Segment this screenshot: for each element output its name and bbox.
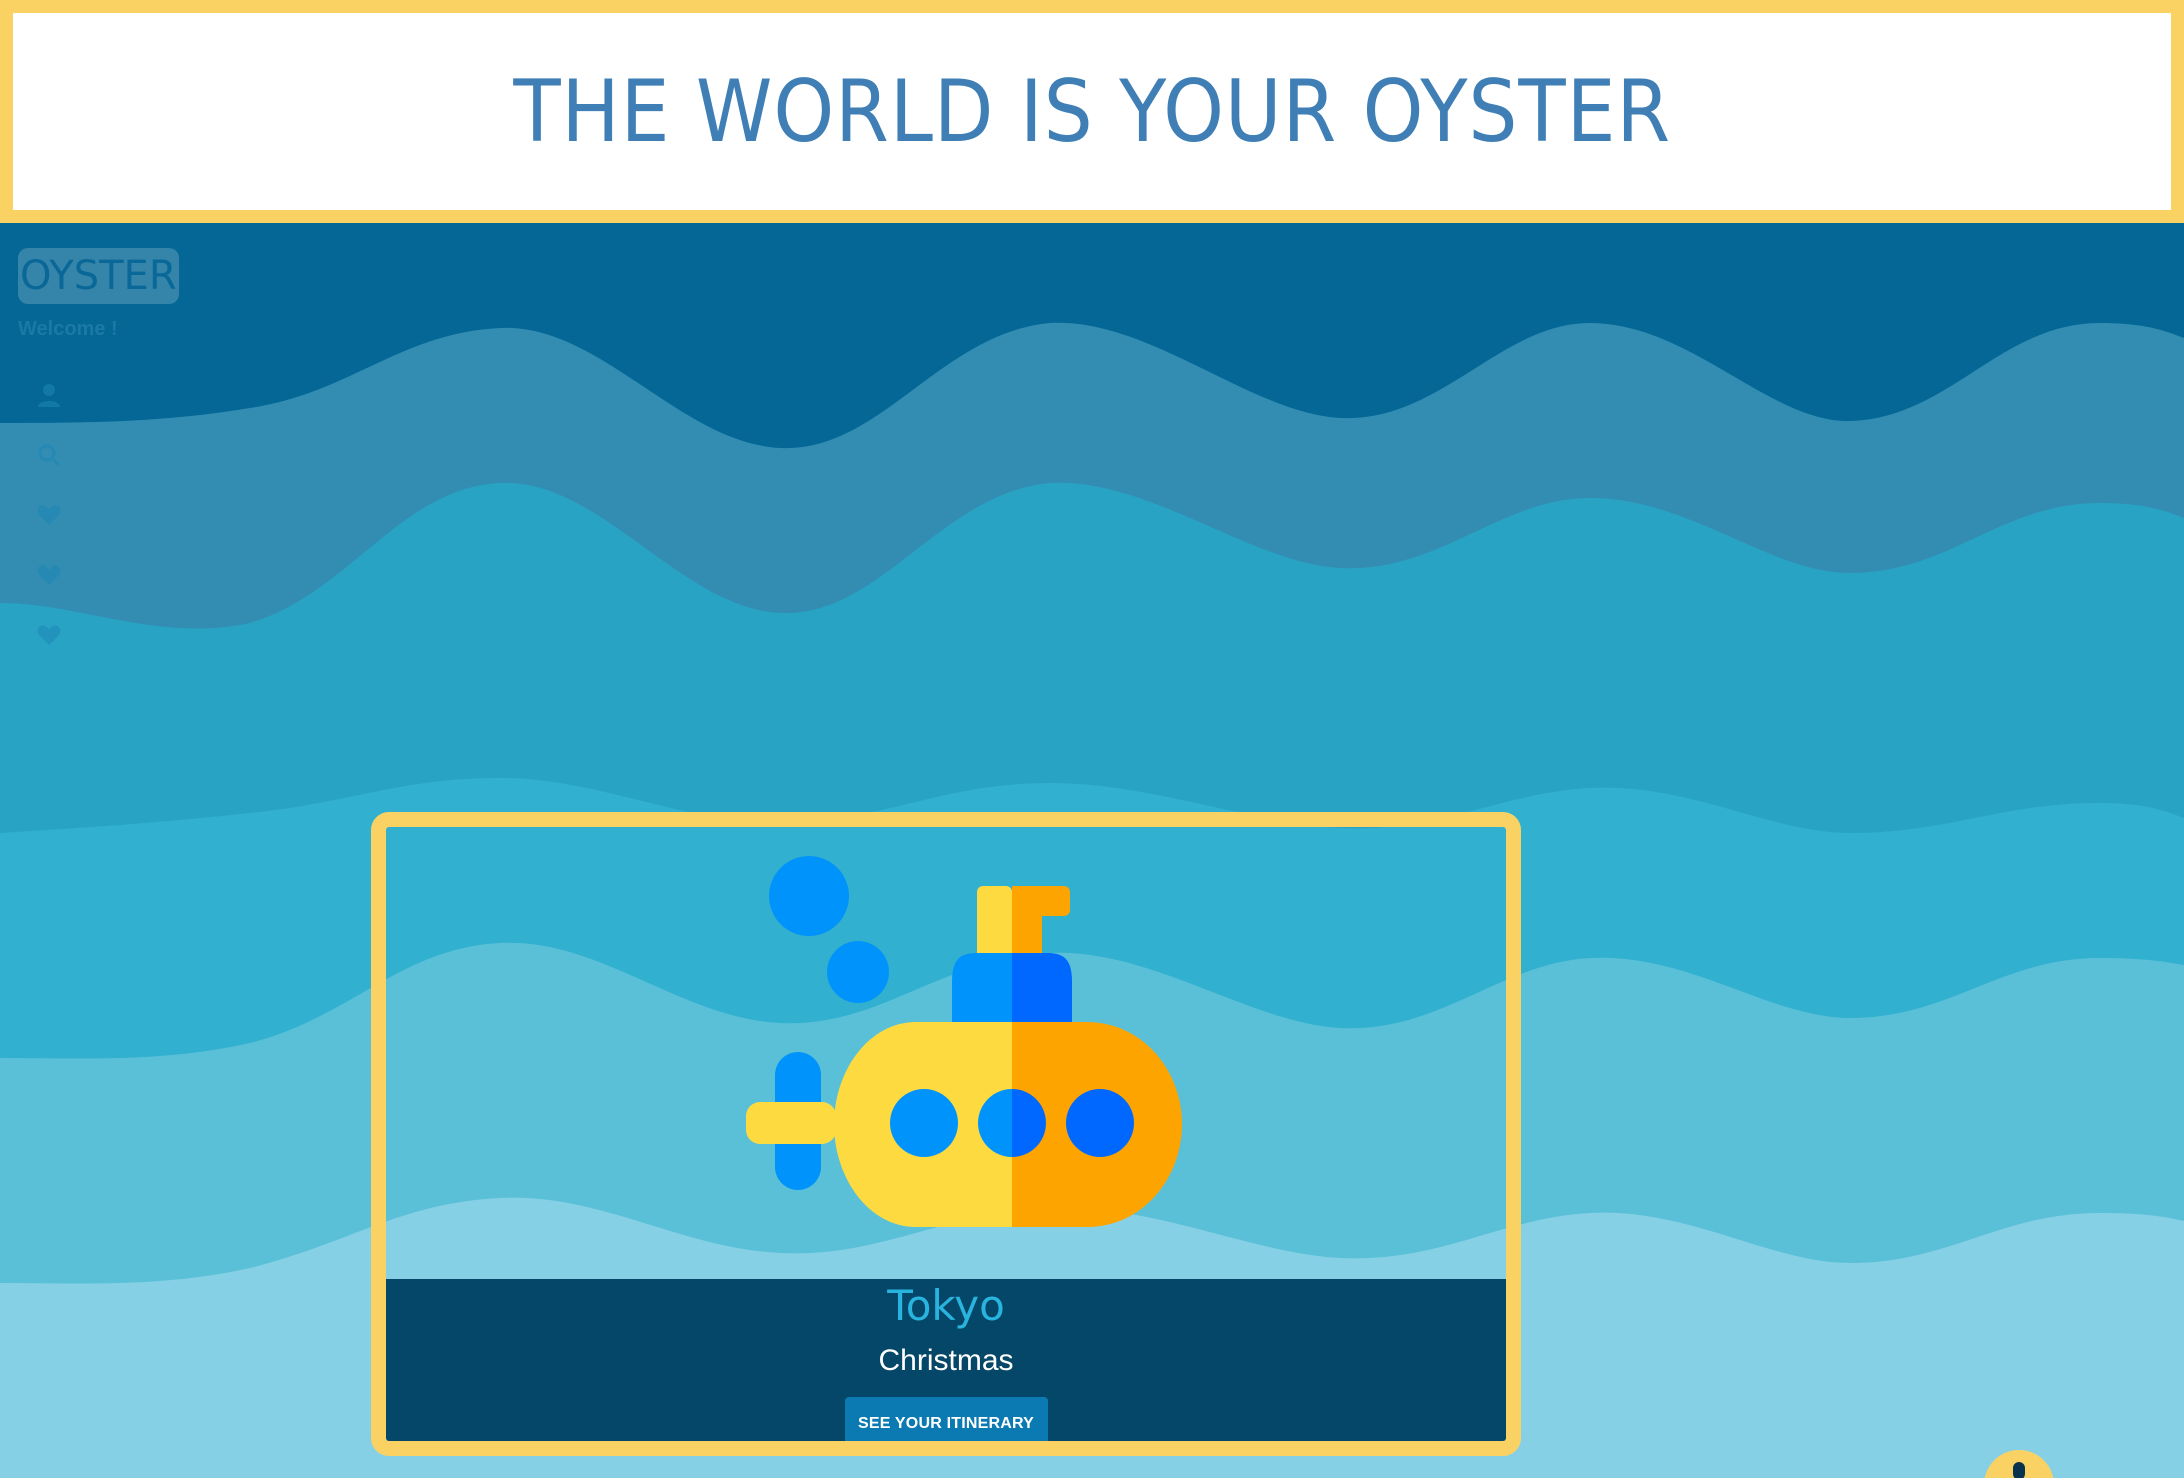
welcome-text: Welcome !: [18, 318, 118, 340]
user-icon: [38, 384, 60, 407]
trip-card-caption: Tokyo Christmas SEE YOUR ITINERARY: [386, 1279, 1506, 1441]
heart-icon: [37, 505, 61, 525]
sidebar-item-logout[interactable]: [18, 605, 278, 665]
trip-card: Tokyo Christmas SEE YOUR ITINERARY: [371, 812, 1521, 1456]
search-icon: [38, 444, 61, 467]
trip-city: Tokyo: [887, 1281, 1005, 1330]
submarine-icon: [746, 856, 1182, 1227]
info-icon: [2013, 1462, 2025, 1478]
trip-card-image: [386, 827, 1506, 1279]
sidebar-item-trips[interactable]: [18, 545, 278, 605]
sidebar-menu: [18, 365, 278, 665]
see-itinerary-button[interactable]: SEE YOUR ITINERARY: [844, 1397, 1048, 1441]
heart-icon: [37, 625, 61, 645]
sidebar-item-search[interactable]: [18, 425, 278, 485]
brand-logo[interactable]: OYSTER: [18, 248, 179, 304]
trip-name: Christmas: [878, 1344, 1014, 1377]
banner-title: THE WORLD IS YOUR OYSTER: [513, 61, 1671, 162]
page: THE WORLD IS YOUR OYSTER OYSTER Welcome …: [0, 0, 2184, 1478]
sidebar-item-favorites[interactable]: [18, 485, 278, 545]
sidebar-nav: OYSTER Welcome !: [18, 248, 278, 665]
sidebar-item-profile[interactable]: [18, 365, 278, 425]
heart-icon: [37, 565, 61, 585]
top-banner: THE WORLD IS YOUR OYSTER: [0, 0, 2184, 223]
